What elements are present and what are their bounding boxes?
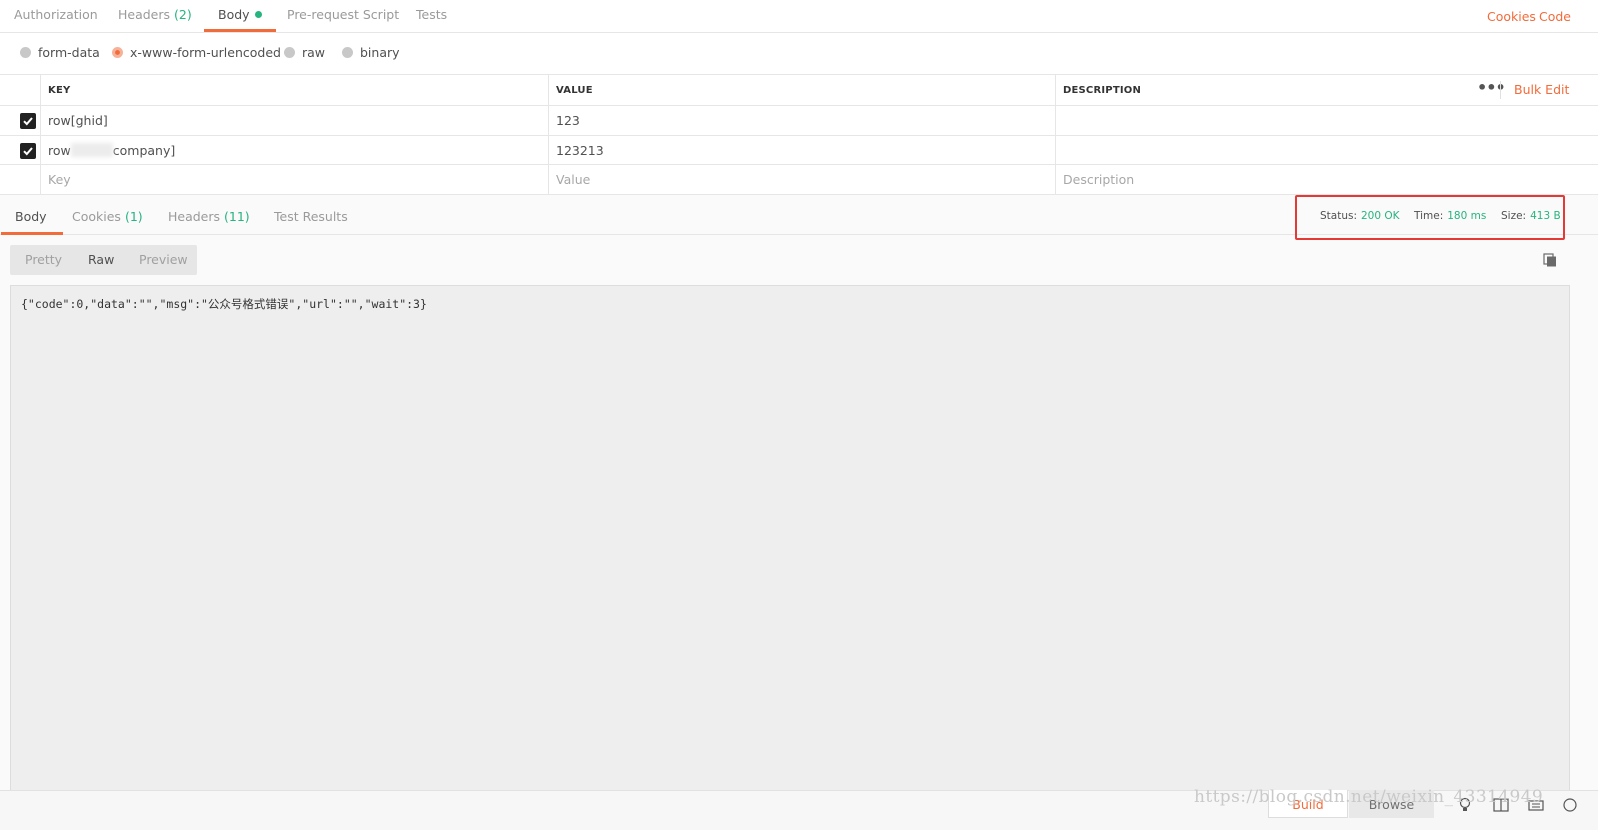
tab-body[interactable]: Body — [204, 0, 275, 32]
radio-circle-selected — [112, 47, 123, 58]
help-icon[interactable] — [1562, 797, 1578, 813]
time-value: 180 ms — [1447, 210, 1487, 222]
column-header-value: VALUE — [548, 75, 1055, 105]
size-info: Size: 413 B — [1501, 210, 1561, 222]
divider — [1500, 81, 1501, 99]
watermark: https://blog.csdn.net/weixin_43314949 — [1194, 787, 1544, 807]
status-info: Status: 200 OK — [1320, 210, 1400, 222]
description-cell[interactable] — [1055, 136, 1598, 164]
key-prefix: row — [48, 142, 71, 158]
format-raw[interactable]: Raw — [88, 245, 114, 275]
description-placeholder-input[interactable]: Description — [1055, 165, 1598, 194]
code-link[interactable]: Code — [1539, 0, 1571, 33]
column-header-key: KEY — [40, 75, 548, 105]
copy-icon[interactable] — [1543, 253, 1557, 267]
key-cell[interactable]: row[ghid] — [40, 106, 548, 135]
request-tabs: Authorization Headers (2) Body Pre-reque… — [0, 0, 1598, 33]
new-row: Key Value Description — [0, 165, 1598, 195]
format-toggle: Pretty Raw Preview — [10, 245, 197, 275]
tab-headers[interactable]: Headers (2) — [118, 0, 192, 32]
checkmark-icon — [23, 117, 33, 126]
value-placeholder-input[interactable]: Value — [548, 165, 1055, 194]
description-cell[interactable] — [1055, 106, 1598, 135]
checkmark-icon — [23, 147, 33, 156]
radio-circle — [284, 47, 295, 58]
bulk-edit-link[interactable]: Bulk Edit — [1514, 75, 1569, 105]
radio-circle — [20, 47, 31, 58]
response-body-viewer[interactable]: {"code":0,"data":"","msg":"公众号格式错误","url… — [10, 285, 1570, 795]
status-value: 200 OK — [1361, 210, 1400, 222]
row-checkbox[interactable] — [20, 143, 36, 159]
value-cell[interactable]: 123 — [548, 106, 1055, 135]
radio-x-www-form-urlencoded[interactable]: x-www-form-urlencoded — [112, 43, 281, 63]
cookies-link[interactable]: Cookies — [1487, 0, 1536, 33]
key-suffix: company] — [112, 142, 176, 158]
tab-pre-request-script[interactable]: Pre-request Script — [287, 0, 399, 32]
format-pretty[interactable]: Pretty — [25, 245, 62, 275]
key-cell[interactable]: row company] — [40, 136, 548, 164]
body-type-selector: form-data x-www-form-urlencoded raw bina… — [0, 33, 1598, 75]
radio-circle — [342, 47, 353, 58]
redacted-text — [70, 143, 113, 157]
response-tab-body[interactable]: Body — [1, 195, 62, 235]
table-row: row[ghid] 123 — [0, 106, 1598, 136]
radio-raw[interactable]: raw — [284, 43, 325, 63]
key-placeholder-input[interactable]: Key — [40, 165, 548, 194]
size-value: 413 B — [1530, 210, 1561, 222]
body-indicator-dot — [254, 11, 262, 18]
radio-form-data[interactable]: form-data — [20, 43, 100, 63]
response-status-highlight: Status: 200 OK Time: 180 ms Size: 413 B — [1295, 195, 1565, 240]
headers-count: (2) — [174, 7, 192, 22]
time-info: Time: 180 ms — [1414, 210, 1487, 222]
table-row: row company] 123213 — [0, 136, 1598, 165]
response-tab-test-results[interactable]: Test Results — [274, 195, 348, 235]
tab-tests[interactable]: Tests — [416, 0, 447, 32]
table-header-row: KEY VALUE DESCRIPTION ••• Bulk Edit — [0, 75, 1598, 106]
row-checkbox[interactable] — [20, 113, 36, 129]
response-tab-headers[interactable]: Headers (11) — [168, 195, 250, 235]
response-tab-cookies[interactable]: Cookies (1) — [72, 195, 143, 235]
tab-authorization[interactable]: Authorization — [14, 0, 98, 32]
value-cell[interactable]: 123213 — [548, 136, 1055, 164]
radio-binary[interactable]: binary — [342, 43, 400, 63]
format-preview[interactable]: Preview — [139, 245, 188, 275]
response-body-text: {"code":0,"data":"","msg":"公众号格式错误","url… — [21, 297, 427, 311]
